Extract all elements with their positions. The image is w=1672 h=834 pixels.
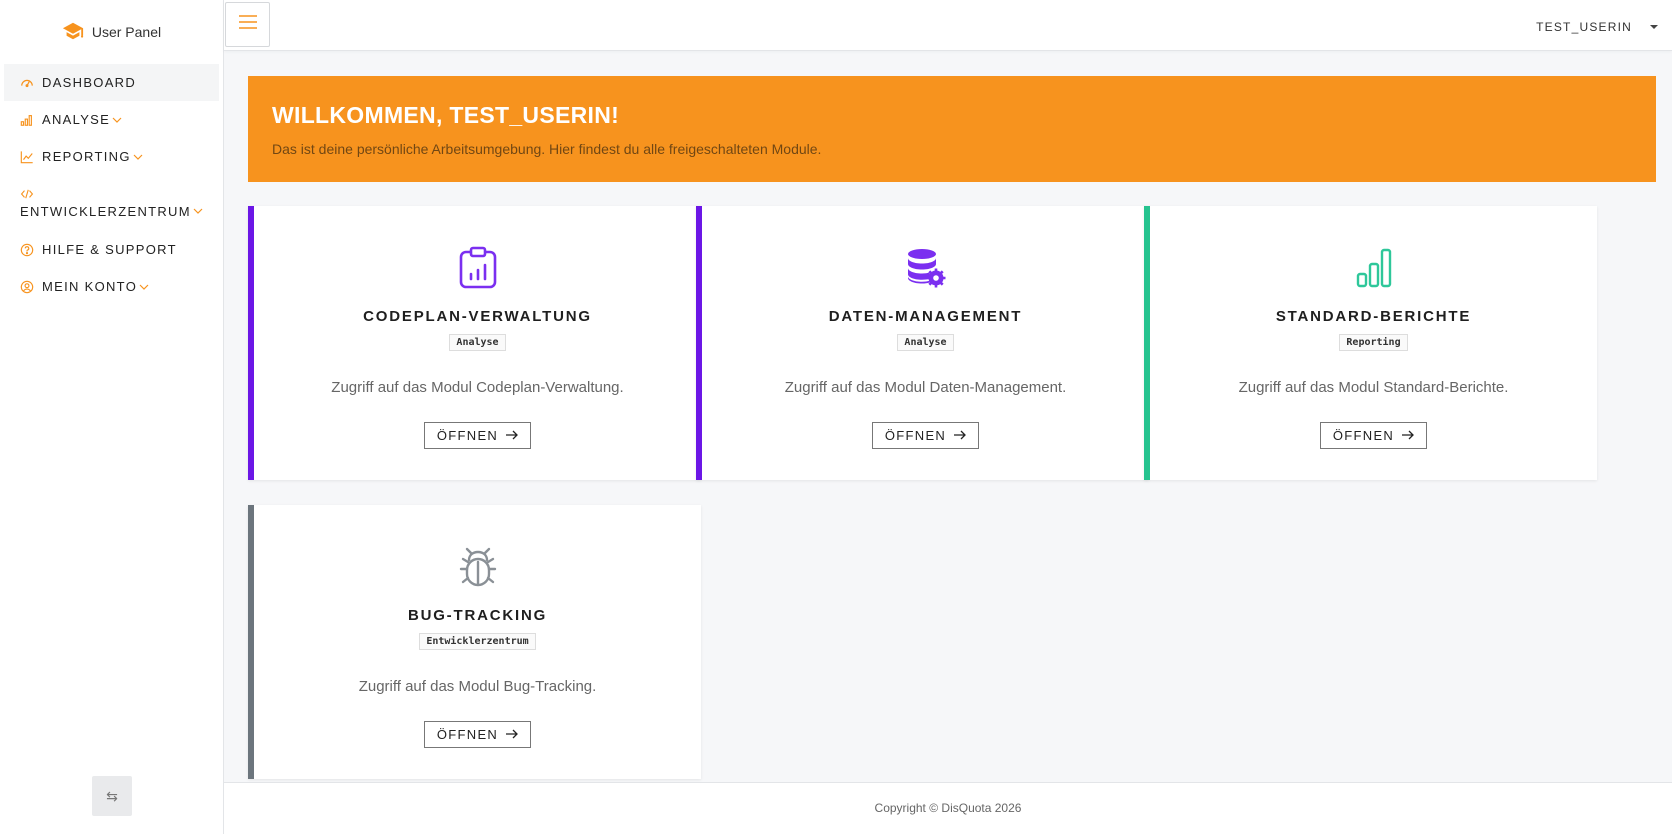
chevron-down-icon: [133, 152, 143, 162]
sidebar-collapse-button[interactable]: ⇆: [92, 776, 132, 816]
module-card-standard-berichte: STANDARD-BERICHTE Reporting Zugriff auf …: [1144, 206, 1597, 480]
arrow-right-icon: [506, 727, 519, 742]
sidebar-item-mein-konto[interactable]: MEIN KONTO: [4, 268, 219, 305]
welcome-title: WILLKOMMEN, TEST_USERIN!: [272, 102, 620, 128]
open-module-button[interactable]: ÖFFNEN: [1319, 422, 1428, 449]
footer: Copyright © DisQuota 2026: [224, 782, 1672, 834]
sidebar-item-hilfe-support[interactable]: HILFE & SUPPORT: [4, 231, 219, 268]
module-title: DATEN-MANAGEMENT: [828, 308, 1023, 325]
welcome-banner: WILLKOMMEN, TEST_USERIN! Das ist deine p…: [248, 76, 1656, 182]
sidebar-item-entwicklerzentrum[interactable]: ENTWICKLERZENTRUM: [4, 175, 219, 231]
module-tag: Entwicklerzentrum: [419, 633, 536, 650]
chevron-down-icon: [139, 282, 149, 292]
open-module-button[interactable]: ÖFFNEN: [871, 422, 980, 449]
user-menu-dropdown[interactable]: TEST_USERIN: [1536, 20, 1658, 34]
open-button-label: ÖFFNEN: [436, 428, 499, 443]
graduation-cap-icon: [62, 20, 84, 45]
module-title: BUG-TRACKING: [407, 607, 548, 624]
sidebar-nav: DASHBOARD ANALYSE REPORTING ENTWICKLERZE…: [0, 64, 223, 305]
module-tag: Reporting: [1339, 334, 1408, 351]
sidebar-item-reporting[interactable]: REPORTING: [4, 138, 219, 175]
module-description: Zugriff auf das Modul Codeplan-Verwaltun…: [331, 379, 624, 396]
welcome-subtitle: Das ist deine persönliche Arbeitsumgebun…: [272, 141, 822, 157]
open-button-label: ÖFFNEN: [436, 727, 499, 742]
sidebar-item-label: REPORTING: [42, 149, 131, 164]
module-tag: Analyse: [449, 334, 506, 351]
clipboard-chart-icon: [458, 246, 498, 290]
module-title: CODEPLAN-VERWALTUNG: [363, 308, 592, 325]
sidebar-item-dashboard[interactable]: DASHBOARD: [4, 64, 219, 101]
bug-icon: [458, 545, 498, 589]
sidebar-item-label: HILFE & SUPPORT: [42, 242, 177, 257]
chevron-down-icon: [112, 115, 122, 125]
module-card-codeplan-verwaltung: CODEPLAN-VERWALTUNG Analyse Zugriff auf …: [248, 206, 701, 480]
module-card-daten-management: DATEN-MANAGEMENT Analyse Zugriff auf das…: [696, 206, 1149, 480]
copyright-text: Copyright © DisQuota 2026: [874, 801, 1022, 815]
sidebar: User Panel DASHBOARD ANALYSE REPORTING E…: [0, 0, 224, 834]
gauge-icon: [20, 76, 34, 90]
caret-down-icon: [1650, 25, 1658, 29]
topbar: TEST_USERIN: [224, 0, 1672, 51]
sidebar-item-label: ANALYSE: [42, 112, 111, 127]
hamburger-icon: [238, 15, 257, 34]
sidebar-item-label: MEIN KONTO: [42, 279, 138, 294]
code-icon: [20, 188, 203, 200]
line-chart-icon: [20, 150, 34, 164]
user-name: TEST_USERIN: [1536, 20, 1632, 34]
module-tag: Analyse: [897, 334, 954, 351]
module-card-bug-tracking: BUG-TRACKING Entwicklerzentrum Zugriff a…: [248, 505, 701, 779]
bar-chart-icon: [1354, 246, 1394, 290]
brand[interactable]: User Panel: [0, 0, 223, 64]
bar-chart-icon: [20, 113, 34, 127]
arrow-right-icon: [506, 428, 519, 443]
open-button-label: ÖFFNEN: [1332, 428, 1395, 443]
arrow-right-icon: [954, 428, 967, 443]
question-circle-icon: [20, 243, 34, 257]
database-gear-icon: [906, 246, 946, 290]
open-button-label: ÖFFNEN: [884, 428, 947, 443]
chevron-down-icon: [193, 206, 203, 216]
sidebar-item-analyse[interactable]: ANALYSE: [4, 101, 219, 138]
module-description: Zugriff auf das Modul Daten-Management.: [784, 379, 1067, 396]
brand-title: User Panel: [91, 24, 162, 40]
module-description: Zugriff auf das Modul Standard-Berichte.: [1238, 379, 1509, 396]
sidebar-item-label: DASHBOARD: [42, 75, 137, 90]
menu-toggle-button[interactable]: [225, 2, 270, 47]
main-content: WILLKOMMEN, TEST_USERIN! Das ist deine p…: [224, 52, 1672, 782]
user-circle-icon: [20, 280, 34, 294]
module-title: STANDARD-BERICHTE: [1275, 308, 1472, 325]
module-description: Zugriff auf das Modul Bug-Tracking.: [358, 678, 597, 695]
open-module-button[interactable]: ÖFFNEN: [423, 721, 532, 748]
arrows-left-right-icon: ⇆: [106, 787, 118, 804]
sidebar-item-label: ENTWICKLERZENTRUM: [20, 203, 191, 219]
arrow-right-icon: [1402, 428, 1415, 443]
open-module-button[interactable]: ÖFFNEN: [423, 422, 532, 449]
